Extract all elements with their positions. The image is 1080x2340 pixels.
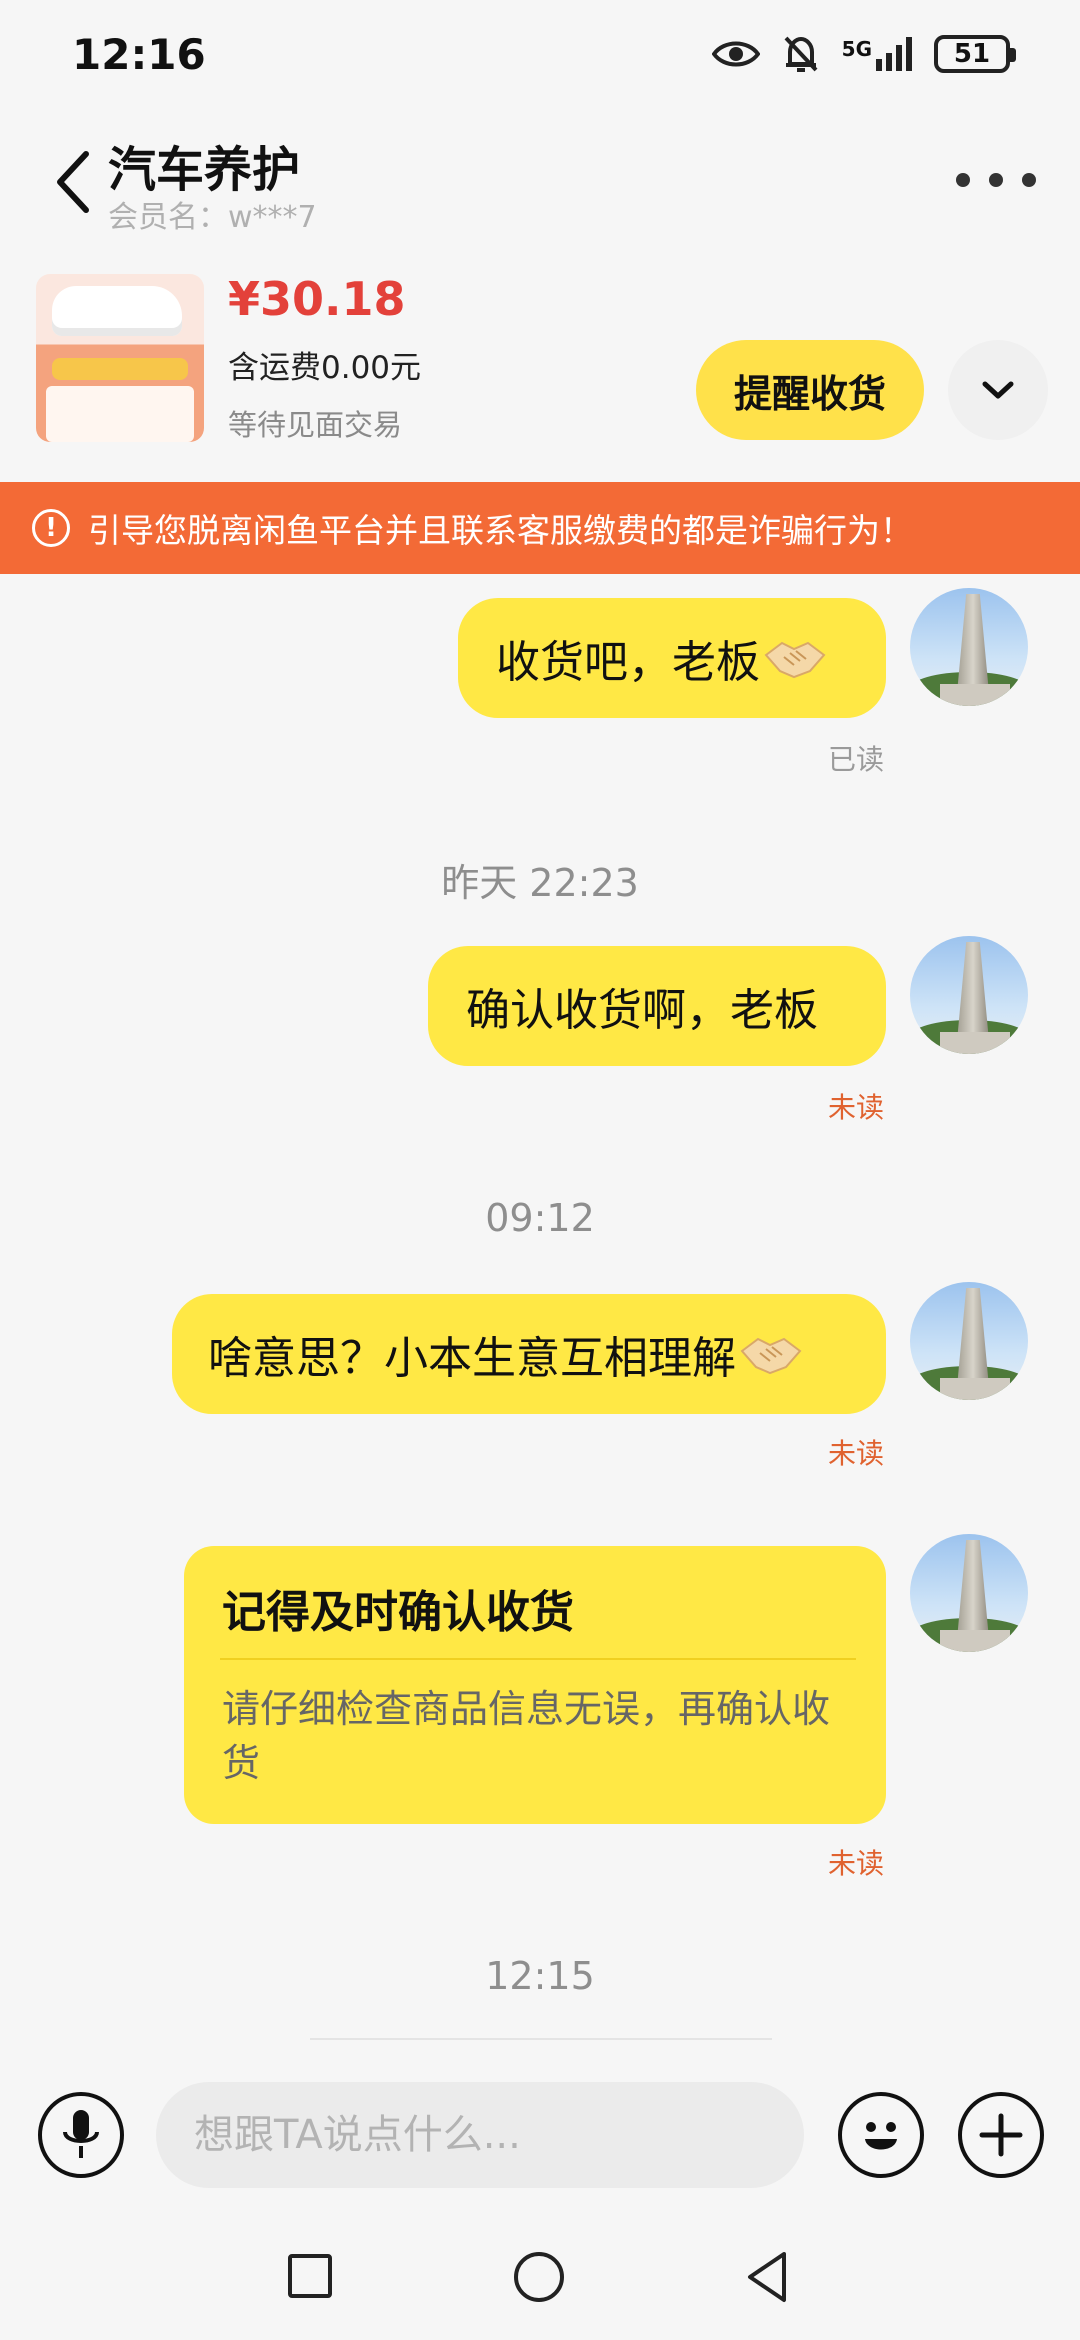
timestamp: 12:15 [485, 1954, 595, 1998]
warning-text: 引导您脱离闲鱼平台并且联系客服缴费的都是诈骗行为！ [88, 511, 913, 550]
message-text: 收货吧，老板 [496, 637, 760, 688]
message-bubble[interactable]: 收货吧，老板 [458, 598, 886, 718]
read-status: 未读 [827, 1091, 884, 1124]
input-bar [0, 2062, 1080, 2202]
timestamp: 09:12 [485, 1196, 595, 1240]
status-time: 12:16 [72, 30, 206, 79]
timestamp: 昨天 22:23 [441, 861, 639, 905]
fraud-warning-banner: ! 引导您脱离闲鱼平台并且联系客服缴费的都是诈骗行为！ [0, 482, 1080, 574]
user-avatar[interactable] [910, 1534, 1028, 1652]
divider [310, 2038, 772, 2040]
trade-status: 等待见面交易 [228, 408, 403, 442]
chat-title: 汽车养护 [108, 142, 301, 198]
message-bubble[interactable]: 啥意思？小本生意互相理解 [172, 1294, 886, 1414]
more-options-icon[interactable] [956, 160, 1036, 200]
message-bubble[interactable]: 确认收货啊，老板 [428, 946, 886, 1066]
back-arrow-icon[interactable] [48, 142, 98, 222]
signal-icon: 5G [842, 37, 912, 71]
user-avatar[interactable] [910, 588, 1028, 706]
product-thumbnail[interactable] [36, 274, 204, 442]
remind-receipt-button[interactable]: 提醒收货 [696, 340, 924, 440]
microphone-icon [63, 2110, 99, 2158]
user-avatar[interactable] [910, 936, 1028, 1054]
read-status: 已读 [827, 743, 884, 776]
status-bar: 12:16 5G 51 [0, 0, 1080, 120]
home-icon[interactable] [514, 2252, 564, 2302]
expand-button[interactable] [948, 340, 1048, 440]
handshake-emoji-icon [740, 1337, 802, 1375]
message-input[interactable] [156, 2082, 804, 2188]
chat-header: 汽车养护 会员名：w***7 [0, 120, 1080, 240]
nav-back-icon[interactable] [744, 2250, 792, 2304]
more-actions-button[interactable] [958, 2092, 1044, 2178]
smiley-icon [865, 2122, 897, 2150]
member-name: 会员名：w***7 [108, 200, 317, 235]
read-status: 未读 [827, 1847, 884, 1880]
emoji-button[interactable] [838, 2092, 924, 2178]
product-price: ¥30.18 [228, 272, 406, 326]
alert-icon: ! [32, 509, 70, 547]
system-nav-bar [0, 2202, 1080, 2340]
message-text: 啥意思？小本生意互相理解 [208, 1333, 736, 1384]
plus-icon [979, 2113, 1023, 2157]
card-body: 请仔细检查商品信息无误，再确认收货 [222, 1687, 831, 1785]
user-avatar[interactable] [910, 1282, 1028, 1400]
message-text: 确认收货啊，老板 [466, 985, 818, 1036]
shipping-fee: 含运费0.00元 [228, 350, 422, 386]
product-card[interactable]: ¥30.18 含运费0.00元 等待见面交易 提醒收货 [0, 262, 1080, 462]
chevron-down-icon [982, 381, 1014, 399]
recent-apps-icon[interactable] [288, 2254, 332, 2298]
card-title: 记得及时确认收货 [222, 1587, 574, 1638]
battery-level: 51 [953, 39, 991, 69]
eye-icon [711, 41, 760, 67]
confirm-receipt-card[interactable]: 记得及时确认收货 请仔细检查商品信息无误，再确认收货 [184, 1546, 886, 1824]
handshake-emoji-icon [764, 641, 826, 679]
network-label: 5G [841, 37, 872, 61]
battery-icon: 51 [934, 35, 1016, 73]
card-divider [220, 1658, 856, 1660]
status-icons: 5G 51 [711, 34, 1016, 74]
voice-button[interactable] [38, 2092, 124, 2178]
bell-off-icon [784, 36, 818, 72]
read-status: 未读 [827, 1437, 884, 1470]
